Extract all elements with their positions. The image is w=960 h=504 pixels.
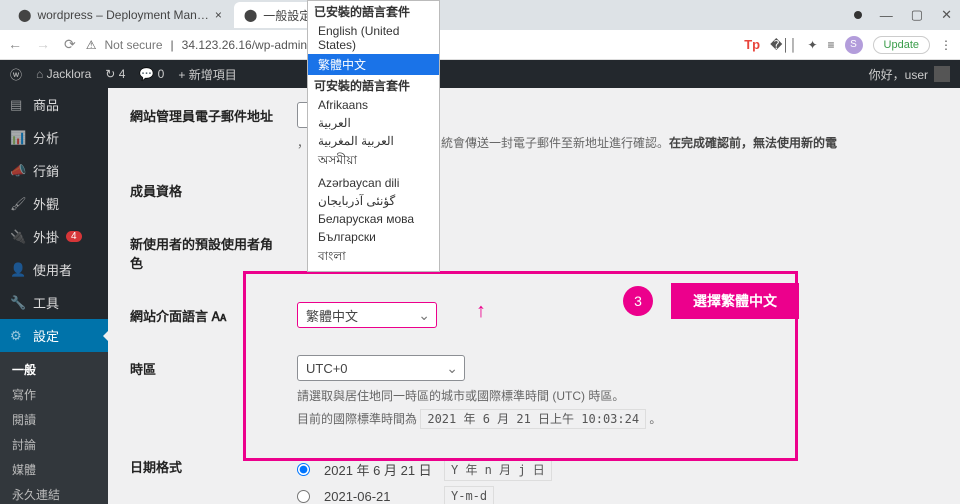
wordpress-icon: ⬤ — [18, 8, 31, 22]
timezone-current: 目前的國際標準時間為 2021 年 6 月 21 日上午 10:03:24 。 — [297, 410, 938, 427]
lang-option[interactable]: Afrikaans — [308, 96, 439, 114]
lang-option[interactable]: Беларуская мова — [308, 210, 439, 228]
timezone-select[interactable]: UTC+0 — [297, 355, 465, 381]
menu-users[interactable]: 👤使用者 — [0, 253, 108, 286]
back-icon[interactable]: ← — [8, 36, 22, 53]
reading-list-icon[interactable]: ≡ — [828, 38, 835, 52]
date-format-radio[interactable] — [297, 463, 310, 476]
menu-icon[interactable]: ⋮ — [940, 38, 952, 52]
wordpress-icon: ⬤ — [244, 8, 257, 22]
lang-option[interactable]: English (United States) — [308, 22, 439, 54]
appearance-icon: 🖌 — [10, 196, 26, 212]
close-icon[interactable]: × — [215, 8, 222, 22]
submenu-writing[interactable]: 寫作 — [0, 382, 108, 407]
tools-icon: 🔧 — [10, 295, 26, 311]
reload-icon[interactable]: ⟳ — [64, 36, 76, 53]
menu-appearance[interactable]: 🖌外觀 — [0, 187, 108, 220]
site-language-select[interactable]: 繁體中文 — [297, 302, 437, 328]
plugins-icon: 🔌 — [10, 229, 26, 245]
lang-option[interactable]: বাংলা — [308, 246, 439, 270]
lang-option[interactable]: العربية المغربية — [308, 132, 439, 150]
timezone-description: 請選取與居住地同一時區的城市或國際標準時間 (UTC) 時區。 — [297, 387, 938, 404]
settings-content: 網站管理員電子郵件地址 ，如果變更了這項設定，系統會傳送一封電子郵件至新地址進行… — [108, 88, 960, 504]
forward-icon: → — [36, 36, 50, 53]
browser-tab-1[interactable]: ⬤ wordpress – Deployment Man… × — [8, 2, 232, 28]
menu-analytics[interactable]: 📊分析 — [0, 121, 108, 154]
lang-option[interactable]: Azərbaycan dili — [308, 174, 439, 192]
lang-option[interactable]: བོད་ཡིག — [308, 270, 439, 272]
lang-option[interactable]: گؤنئی آذربایجان — [308, 192, 439, 210]
minimize-icon[interactable]: — — [880, 8, 893, 23]
products-icon: ▤ — [10, 97, 26, 113]
translate-icon: 🗛 — [212, 309, 227, 324]
date-format-label: 日期格式 — [130, 441, 295, 504]
menu-tools[interactable]: 🔧工具 — [0, 286, 108, 319]
lang-group-available: 可安裝的語言套件 — [308, 75, 439, 96]
annotation-arrow-icon — [476, 300, 486, 330]
menu-plugins[interactable]: 🔌外掛 4 — [0, 220, 108, 253]
membership-label: 成員資格 — [130, 165, 295, 216]
user-avatar-icon[interactable] — [934, 66, 950, 82]
updates-count[interactable]: ↻ 4 — [105, 67, 125, 81]
close-icon[interactable]: ✕ — [941, 7, 952, 23]
analytics-icon: 📊 — [10, 130, 26, 146]
lang-option[interactable]: অসমীয়া — [308, 150, 439, 174]
date-format-code: Y-m-d — [444, 486, 494, 504]
site-language-label: 網站介面語言 🗛 — [130, 290, 295, 341]
browser-titlebar: ⬤ wordpress – Deployment Man… × ⬤ 一般設定 ‹… — [0, 0, 960, 30]
default-role-label: 新使用者的預設使用者角色 — [130, 218, 295, 288]
settings-icon: ⚙ — [10, 328, 26, 344]
menu-settings[interactable]: ⚙設定 — [0, 319, 108, 352]
lang-option[interactable]: Български — [308, 228, 439, 246]
date-format-radio[interactable] — [297, 490, 310, 503]
submenu-permalinks[interactable]: 永久連結 — [0, 482, 108, 504]
lang-option[interactable]: 繁體中文 — [308, 54, 439, 75]
settings-submenu: 一般 寫作 閱讀 討論 媒體 永久連結 隱私權 — [0, 352, 108, 504]
maximize-icon[interactable]: ▢ — [911, 7, 923, 23]
wp-admin-bar: ⓦ ⌂ Jacklora ↻ 4 💬 0 + 新增項目 你好，user — [0, 60, 960, 88]
extension-tp-icon[interactable]: Tp — [744, 37, 760, 52]
update-button[interactable]: Update — [873, 36, 930, 54]
timezone-label: 時區 — [130, 343, 295, 439]
profile-avatar[interactable]: S — [845, 36, 863, 54]
extensions-icon[interactable]: ✦ — [807, 38, 817, 52]
extension-icon[interactable]: �││ — [770, 38, 797, 52]
insecure-icon: ⚠ — [86, 38, 97, 52]
new-item[interactable]: + 新增項目 — [178, 66, 236, 83]
howdy-user[interactable]: 你好，user — [869, 66, 928, 83]
menu-products[interactable]: ▤商品 — [0, 88, 108, 121]
marketing-icon: 📣 — [10, 163, 26, 179]
submenu-general[interactable]: 一般 — [0, 357, 108, 382]
annotation-step-number: 3 — [623, 286, 653, 316]
lang-option[interactable]: العربية — [308, 114, 439, 132]
date-format-display: 2021 年 6 月 21 日 — [324, 460, 434, 479]
site-name[interactable]: ⌂ Jacklora — [36, 67, 91, 81]
window-state-icon — [854, 11, 862, 19]
submenu-reading[interactable]: 閱讀 — [0, 407, 108, 432]
annotation-step-label: 選擇繁體中文 — [671, 283, 799, 319]
language-dropdown[interactable]: 已安裝的語言套件 English (United States)繁體中文 可安裝… — [307, 0, 440, 272]
date-format-code: Y 年 n 月 j 日 — [444, 458, 552, 481]
submenu-media[interactable]: 媒體 — [0, 457, 108, 482]
users-icon: 👤 — [10, 262, 26, 278]
menu-marketing[interactable]: 📣行銷 — [0, 154, 108, 187]
comments-count[interactable]: 💬 0 — [139, 67, 164, 81]
browser-urlbar: ← → ⟳ ⚠ Not secure | 34.123.26.16/wp-adm… — [0, 30, 960, 60]
date-format-display: 2021-06-21 — [324, 489, 434, 504]
admin-email-label: 網站管理員電子郵件地址 — [130, 90, 295, 163]
submenu-discussion[interactable]: 討論 — [0, 432, 108, 457]
admin-sidebar: ▤商品 📊分析 📣行銷 🖌外觀 🔌外掛 4 👤使用者 🔧工具 ⚙設定 一般 寫作… — [0, 88, 108, 504]
lang-group-installed: 已安裝的語言套件 — [308, 1, 439, 22]
annotation-callout: 3 選擇繁體中文 — [623, 283, 799, 319]
wordpress-icon[interactable]: ⓦ — [10, 66, 22, 83]
